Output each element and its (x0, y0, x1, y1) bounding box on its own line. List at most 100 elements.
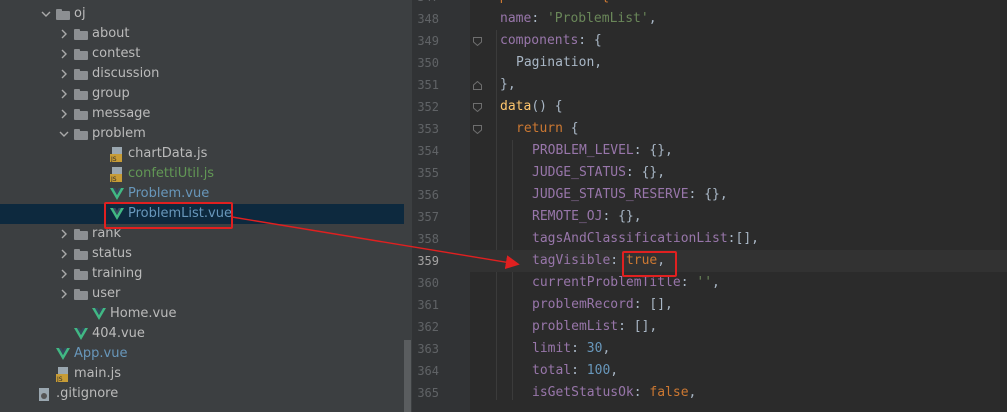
tree-item-label: discussion (92, 66, 160, 81)
tree-item-label: confettiUtil.js (128, 166, 215, 181)
svg-text:JS: JS (110, 176, 117, 182)
code-line: PROBLEM_LEVEL: {}, (532, 143, 673, 158)
chevron-right-icon[interactable] (58, 84, 70, 104)
fold-marker-icon[interactable] (473, 125, 482, 134)
code-line: name: 'ProblemList', (500, 11, 657, 26)
code-line: data() { (500, 99, 563, 114)
tree-item-main-js[interactable]: JS main.js (0, 364, 404, 384)
folder-icon (74, 69, 88, 80)
tree-item-label: group (92, 86, 130, 101)
code-line: currentProblemTitle: '', (532, 275, 720, 290)
tree-item--gitignore[interactable]: .gitignore (0, 384, 404, 404)
chevron-right-icon[interactable] (58, 104, 70, 124)
folder-icon (74, 289, 88, 300)
tree-item-training[interactable]: training (0, 264, 404, 284)
tree-item-user[interactable]: user (0, 284, 404, 304)
chevron-right-icon[interactable] (58, 264, 70, 284)
tree-item-chartdata-js[interactable]: JS chartData.js (0, 144, 404, 164)
code-line: Pagination, (516, 55, 603, 70)
chevron-right-icon[interactable] (58, 24, 70, 44)
chevron-right-icon[interactable] (58, 64, 70, 84)
tree-item-label: ProblemList.vue (128, 206, 232, 221)
chevron-right-icon[interactable] (58, 244, 70, 264)
line-number: 352 (417, 100, 439, 114)
chevron-right-icon[interactable] (58, 44, 70, 64)
tree-item-problem[interactable]: problem (0, 124, 404, 144)
tree-item-label: status (92, 246, 132, 261)
tree-item-discussion[interactable]: discussion (0, 64, 404, 84)
tree-item-label: Home.vue (110, 306, 177, 321)
folder-icon (74, 229, 88, 240)
tree-item-label: about (92, 26, 130, 41)
tree-item-label: training (92, 266, 143, 281)
tree-item-label: rank (92, 226, 122, 241)
chevron-down-icon[interactable] (40, 4, 52, 24)
chevron-down-icon[interactable] (58, 124, 70, 144)
tree-item-label: App.vue (74, 346, 128, 361)
tree-item-contest[interactable]: contest (0, 44, 404, 64)
tree-item-status[interactable]: status (0, 244, 404, 264)
line-number: 356 (417, 188, 439, 202)
line-number: 362 (417, 320, 439, 334)
gitignore-file-icon (39, 388, 49, 401)
tree-item-problemlist-vue[interactable]: ProblemList.vue (0, 204, 404, 224)
tree-item-confettiutil-js[interactable]: JS confettiUtil.js (0, 164, 404, 184)
tree-item-label: user (92, 286, 121, 301)
chevron-right-icon[interactable] (58, 224, 70, 244)
code-line: tagsAndClassificationList:[], (532, 231, 759, 246)
tree-item-message[interactable]: message (0, 104, 404, 124)
tree-item-label: message (92, 106, 151, 121)
vue-file-icon (56, 348, 70, 360)
folder-icon (56, 9, 70, 20)
line-number: 350 (417, 56, 439, 70)
tree-item-label: chartData.js (128, 146, 208, 161)
tree-item-label: Problem.vue (128, 186, 210, 201)
line-number: 353 (417, 122, 439, 136)
js-file-icon: JS (110, 147, 122, 162)
line-number: 351 (417, 78, 439, 92)
tree-item-label: problem (92, 126, 146, 141)
code-line: total: 100, (532, 363, 619, 378)
line-number: 365 (417, 386, 439, 400)
chevron-right-icon[interactable] (58, 284, 70, 304)
folder-icon (74, 249, 88, 260)
folder-icon (74, 89, 88, 100)
tree-item-group[interactable]: group (0, 84, 404, 104)
tree-item-label: 404.vue (92, 326, 145, 341)
tree-item-oj[interactable]: oj (0, 4, 404, 24)
code-line: problemList: [], (532, 319, 658, 334)
tree-item-app-vue[interactable]: App.vue (0, 344, 404, 364)
line-number: 364 (417, 364, 439, 378)
vue-file-icon (110, 208, 124, 220)
folder-icon (74, 129, 88, 140)
line-number: 359 (417, 254, 439, 268)
fold-marker-icon[interactable] (473, 103, 482, 112)
tree-item-problem-vue[interactable]: Problem.vue (0, 184, 404, 204)
tree-item-home-vue[interactable]: Home.vue (0, 304, 404, 324)
tree-scrollbar-thumb[interactable] (404, 340, 411, 412)
code-line: export default { (470, 0, 1007, 8)
code-line: JUDGE_STATUS: {}, (532, 165, 666, 180)
line-number: 358 (417, 232, 439, 246)
code-line: components: { (500, 33, 602, 48)
tree-item-label: oj (74, 6, 86, 21)
tree-item-label: .gitignore (56, 386, 119, 401)
svg-text:JS: JS (110, 156, 117, 162)
fold-marker-icon[interactable] (473, 81, 482, 90)
code-line: return { (516, 121, 579, 136)
folder-icon (74, 269, 88, 280)
tree-item-rank[interactable]: rank (0, 224, 404, 244)
line-number: 363 (417, 342, 439, 356)
project-tree-panel: oj about contest discussion group message prob… (0, 0, 412, 412)
code-line: }, (500, 77, 516, 92)
code-line: JUDGE_STATUS_RESERVE: {}, (532, 187, 728, 202)
folder-icon (74, 29, 88, 40)
line-number: 357 (417, 210, 439, 224)
tree-item-about[interactable]: about (0, 24, 404, 44)
fold-marker-icon[interactable] (473, 37, 482, 46)
vue-file-icon (74, 328, 88, 340)
tree-item-404-vue[interactable]: 404.vue (0, 324, 404, 344)
code-line: REMOTE_OJ: {}, (532, 209, 642, 224)
line-number: 348 (417, 12, 439, 26)
folder-icon (74, 49, 88, 60)
